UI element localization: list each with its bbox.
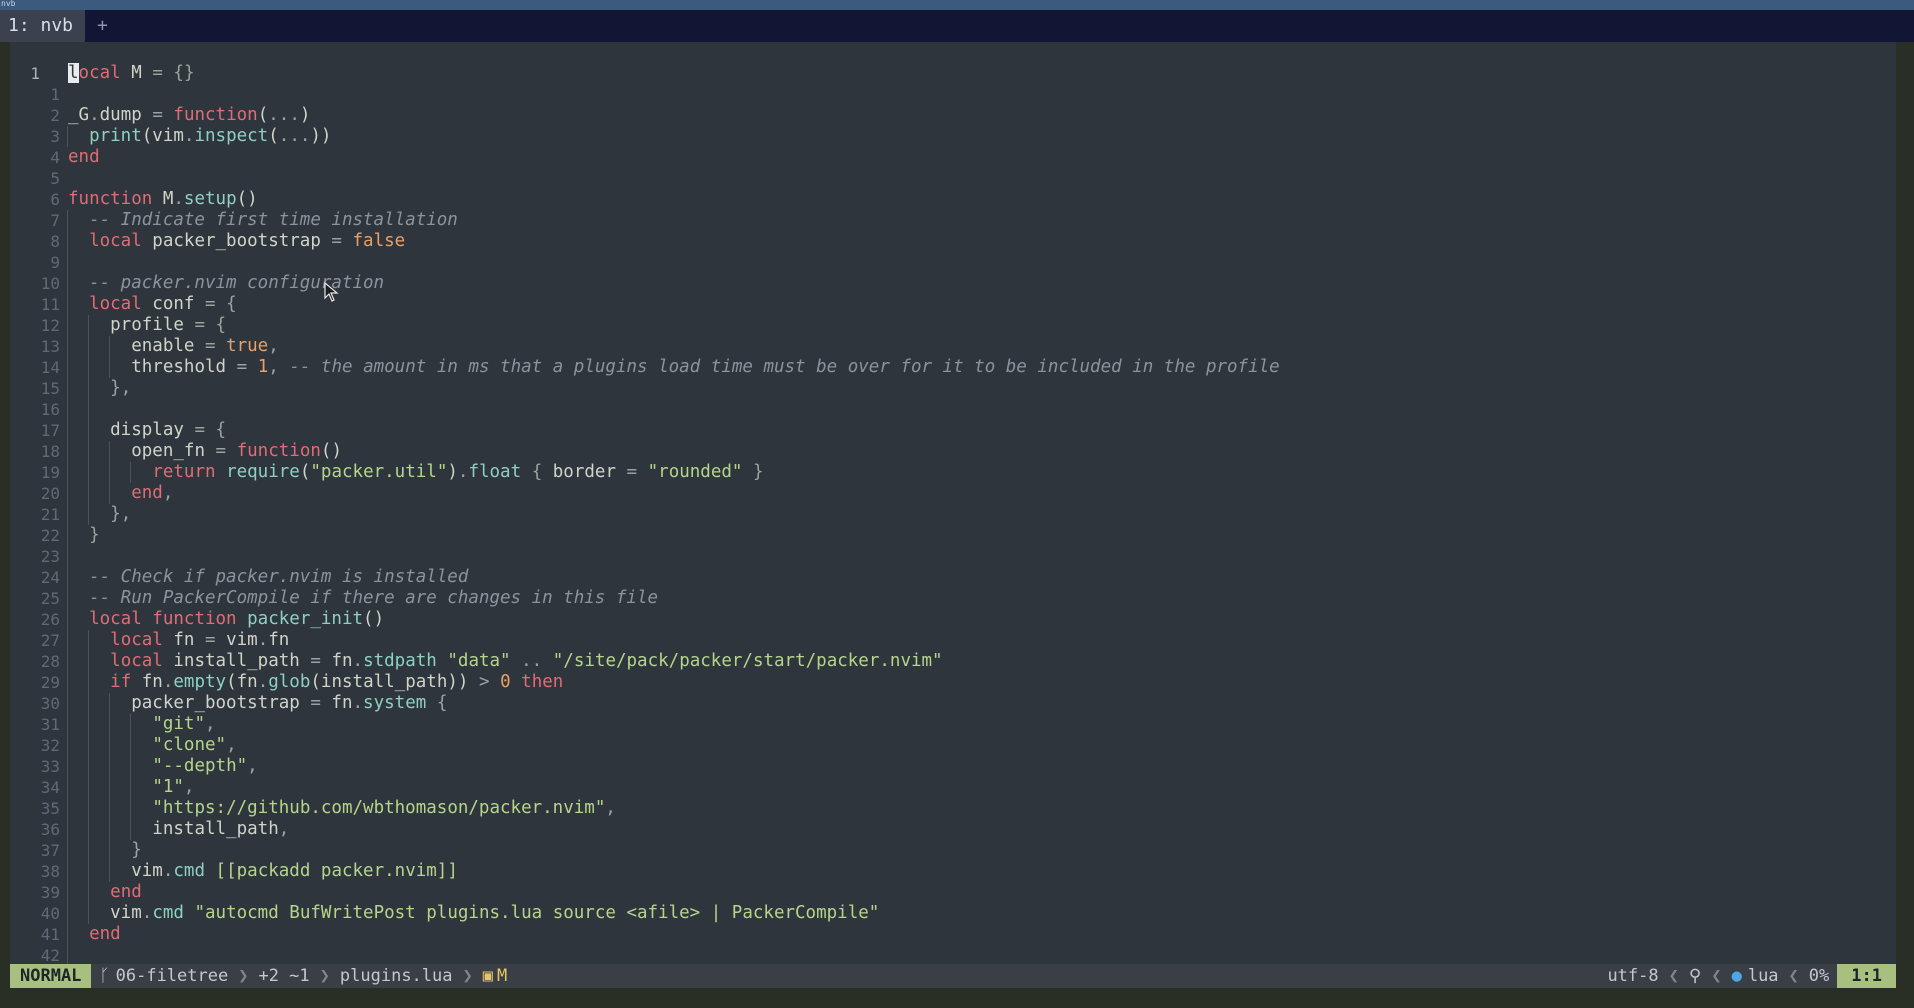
code-line: 15 }, — [10, 357, 1896, 399]
code-line: 7 -- Indicate first time installation — [10, 189, 1896, 231]
new-tab-button[interactable]: + — [85, 10, 120, 42]
code-line: 33 "--depth", — [10, 735, 1896, 777]
code-line: 21 }, — [10, 483, 1896, 525]
code-line: 18 open_fn = function() — [10, 420, 1896, 462]
code-line: 4 end — [10, 126, 1896, 167]
code-line: 5 — [10, 147, 1896, 188]
git-diff-summary: +2 ~1 — [258, 966, 310, 986]
code-line: 39 end — [10, 861, 1896, 903]
code-line: 10 -- packer.nvim configuration — [10, 252, 1896, 294]
chevron-left-icon: ❮ — [1668, 966, 1679, 986]
terminal-title: nvb — [1, 0, 16, 8]
lua-icon: ● — [1731, 966, 1742, 986]
command-line[interactable] — [0, 988, 1914, 1008]
editor-buffer[interactable]: 1 local M = {} 1 2 _G.dump = function(...)… — [10, 42, 1896, 964]
tab-bar: 1: nvb + — [0, 10, 1914, 42]
git-branch[interactable]: ᚴ 06-filetree — [91, 964, 236, 988]
cursor-position: 1:1 — [1837, 964, 1896, 988]
code-line: 30 packer_bootstrap = fn.system { — [10, 672, 1896, 714]
code-line: 35 "https://github.com/wbthomason/packer… — [10, 777, 1896, 819]
code-line: 28 local install_path = fn.stdpath "data… — [10, 630, 1896, 672]
code-line: 26 local function packer_init() — [10, 588, 1896, 630]
code-line: 31 "git", — [10, 693, 1896, 735]
code-line: 29 if fn.empty(fn.glob(install_path)) > … — [10, 651, 1896, 693]
code-line: 36 install_path, — [10, 798, 1896, 840]
code-line: 13 enable = true, — [10, 315, 1896, 357]
chevron-left-icon: ❮ — [1711, 966, 1722, 986]
terminal-title-strip: nvb — [0, 0, 1914, 10]
code-line: 24 -- Check if packer.nvim is installed — [10, 546, 1896, 588]
code-line: 11 local conf = { — [10, 273, 1896, 315]
chevron-left-icon: ❮ — [1788, 966, 1799, 986]
branch-name: 06-filetree — [115, 966, 229, 986]
code-line: 6 function M.setup() — [10, 168, 1896, 209]
code-line: 22 } — [10, 504, 1896, 546]
code-line: 1 — [10, 63, 1896, 104]
code-line: 40 vim.cmd "autocmd BufWritePost plugins… — [10, 882, 1896, 924]
code-line: 42 — [10, 924, 1896, 964]
code-line: 8 local packer_bootstrap = false — [10, 210, 1896, 252]
mouse-pointer-icon — [324, 282, 339, 302]
scroll-percent: 0% — [1800, 964, 1838, 988]
code-line: 9 — [10, 231, 1896, 273]
modified-flag: M — [497, 966, 508, 986]
code-line: 16 — [10, 378, 1896, 420]
code-line: 2 _G.dump = function(...) — [10, 84, 1896, 125]
code-line: 25 -- Run PackerCompile if there are cha… — [10, 567, 1896, 609]
code-line: 27 local fn = vim.fn — [10, 609, 1896, 651]
modified-icon: ▣ — [482, 966, 493, 986]
code-line: 41 end — [10, 903, 1896, 945]
mode-indicator: NORMAL — [10, 964, 92, 988]
code-line: 19 return require("packer.util").float {… — [10, 441, 1896, 483]
code-line: 34 "1", — [10, 756, 1896, 798]
chevron-right-icon: ❯ — [319, 966, 330, 986]
file-type: lua — [1747, 966, 1779, 986]
chevron-right-icon: ❯ — [462, 966, 473, 986]
code-line: 37 } — [10, 819, 1896, 861]
code-line: 38 vim.cmd [[packadd packer.nvim]] — [10, 840, 1896, 882]
file-name: plugins.lua — [339, 966, 453, 986]
chevron-right-icon: ❯ — [238, 966, 249, 986]
code-line: 20 end, — [10, 462, 1896, 504]
linux-icon: ⚲ — [1688, 966, 1702, 986]
code-line: 32 "clone", — [10, 714, 1896, 756]
git-branch-icon: ᚴ — [99, 966, 110, 986]
code-line: 12 profile = { — [10, 294, 1896, 336]
tab-nvb[interactable]: 1: nvb — [0, 10, 86, 42]
code-line: 17 display = { — [10, 399, 1896, 441]
code-line: 1 local M = {} — [10, 42, 1896, 83]
code-line: 3 print(vim.inspect(...)) — [10, 105, 1896, 147]
status-line: NORMAL ᚴ 06-filetree ❯ +2 ~1 ❯ plugins.l… — [10, 964, 1896, 988]
code-line: 14 threshold = 1, -- the amount in ms th… — [10, 336, 1896, 378]
code-line: 23 — [10, 525, 1896, 567]
file-encoding: utf-8 — [1607, 966, 1659, 986]
code-line: 43 -- Plugins — [10, 945, 1896, 964]
